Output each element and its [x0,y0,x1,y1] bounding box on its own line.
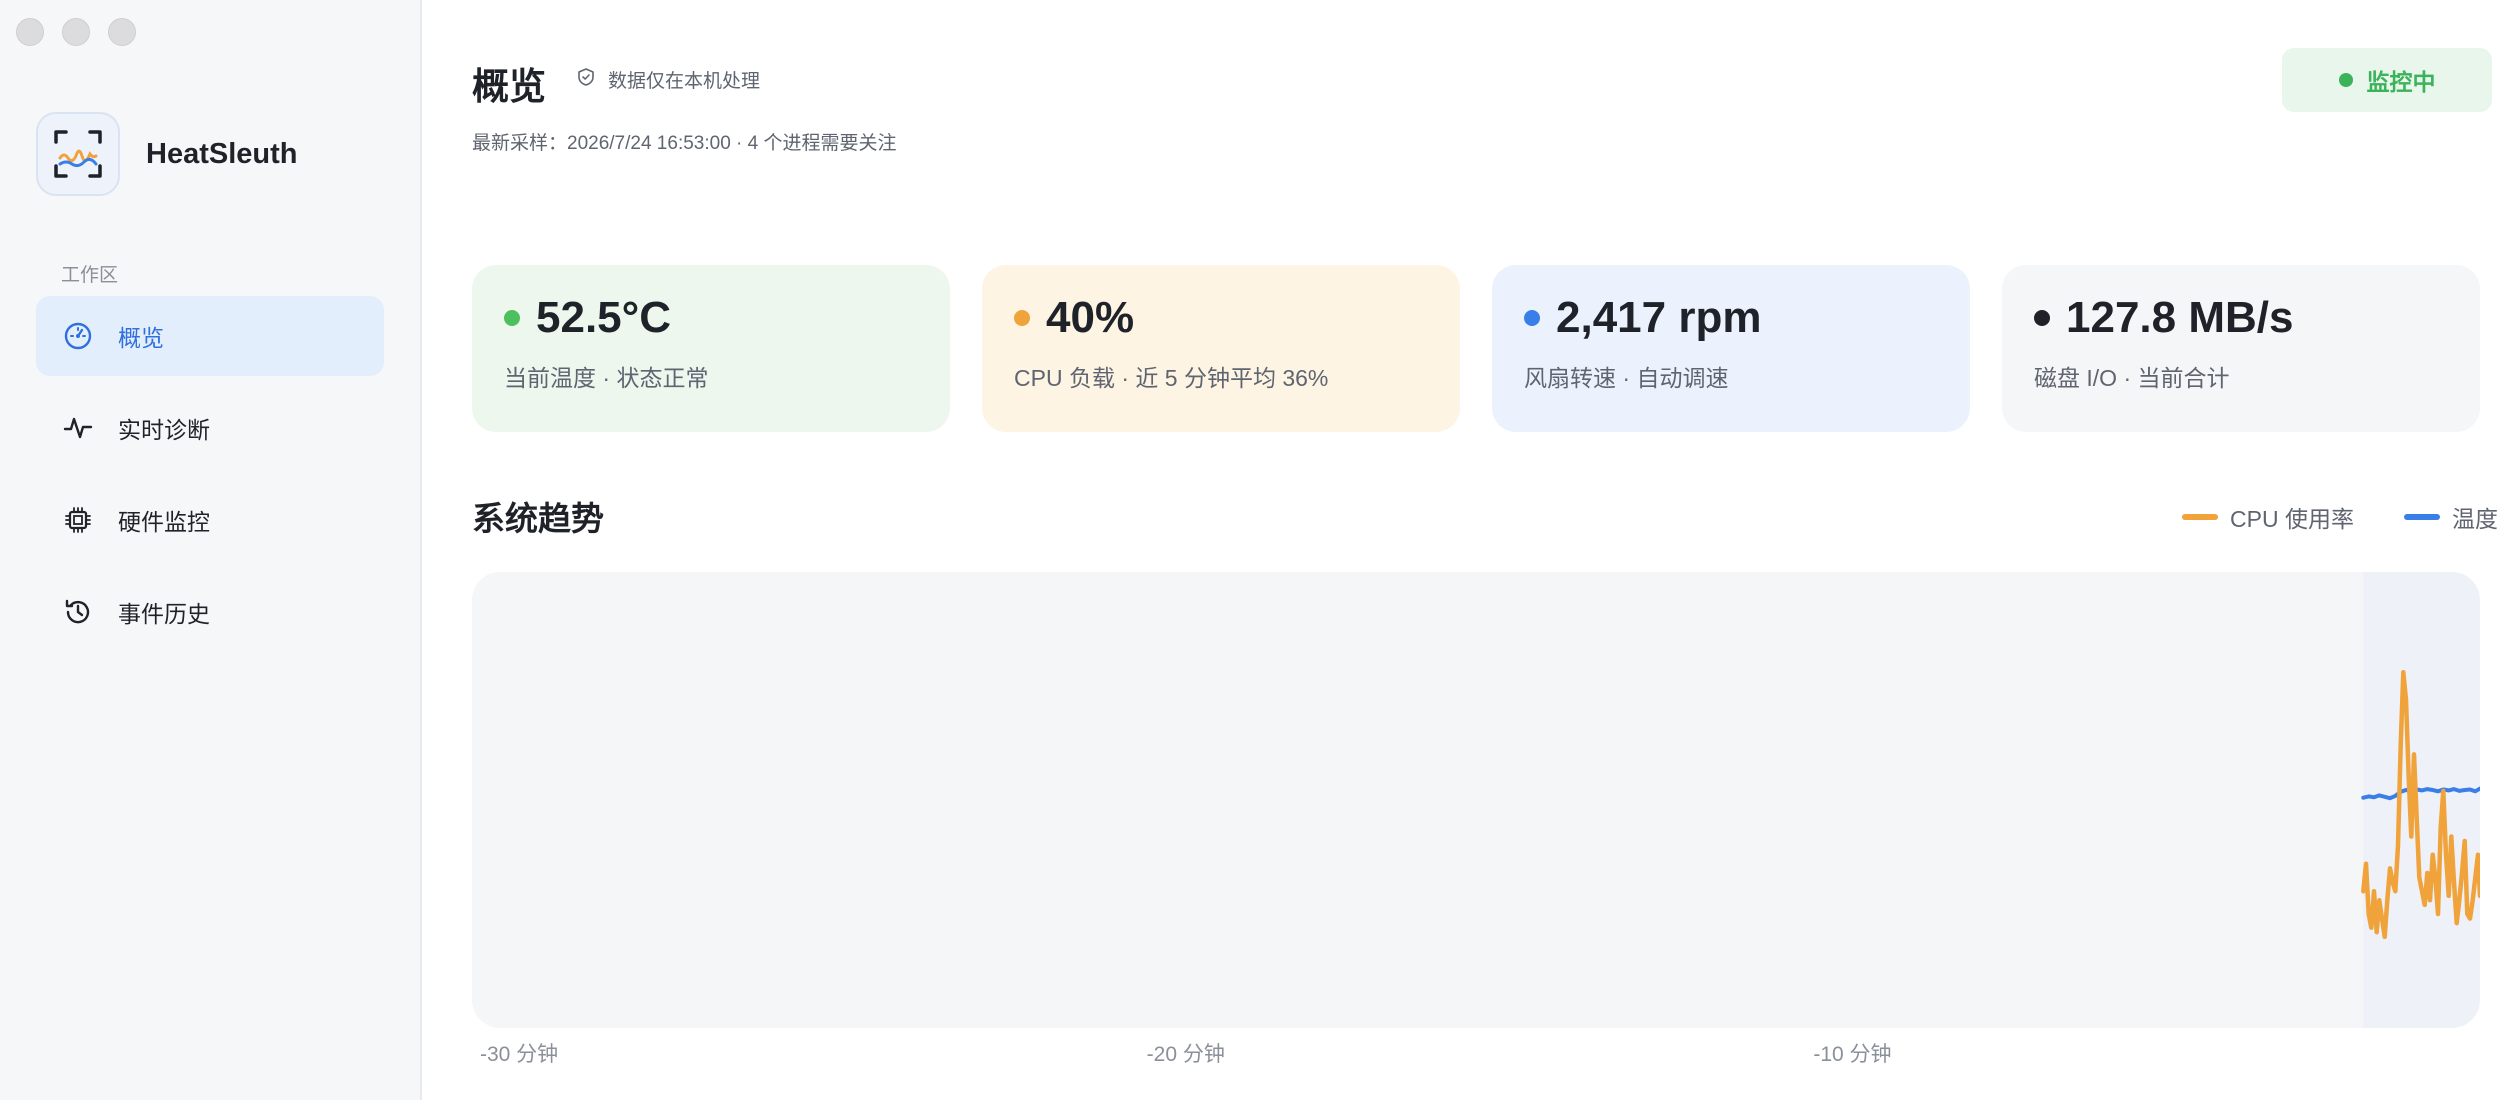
legend-item-cpu[interactable]: CPU 使用率 [2182,500,2354,534]
sidebar-item-label: 硬件监控 [118,509,210,535]
pulse-icon [62,412,94,444]
status-dot-icon [504,310,520,326]
legend-label: CPU 使用率 [2230,506,2354,532]
metric-value: 52.5°C [536,293,672,342]
sidebar-item-label: 实时诊断 [118,417,210,443]
app-logo-icon [36,112,120,196]
minimize-window-button[interactable] [62,18,90,46]
temperature-card[interactable]: 52.5°C 当前温度 · 状态正常 [472,265,950,432]
x-axis-ticks: -30 分钟 -20 分钟 -10 分钟 [472,1038,2480,1068]
legend-label: 温度 [2452,506,2498,532]
status-dot-icon [2338,73,2353,87]
status-label: 监控中 [2366,69,2436,95]
zoom-window-button[interactable] [108,18,136,46]
metric-value: 127.8 MB/s [2066,293,2294,342]
metric-caption: 磁盘 I/O · 当前合计 [2034,365,2230,391]
disk-io-card[interactable]: 127.8 MB/s 磁盘 I/O · 当前合计 [2002,265,2480,432]
recent-data-band [2363,572,2480,1028]
metric-cards: 52.5°C 当前温度 · 状态正常 40% CPU 负载 · 近 5 分钟平均… [472,265,2480,432]
privacy-note: 数据仅在本机处理 [576,66,760,93]
cpu-load-card[interactable]: 40% CPU 负载 · 近 5 分钟平均 36% [982,265,1460,432]
sidebar: HeatSleuth 工作区 概览 实时诊断 硬件监控 事件历史 [0,0,422,1100]
sidebar-item-event-history[interactable]: 事件历史 [36,572,384,652]
trend-chart [472,572,2480,1028]
trend-section-title: 系统趋势 [472,500,604,537]
privacy-note-label: 数据仅在本机处理 [608,71,761,92]
sidebar-item-hardware-monitor[interactable]: 硬件监控 [36,480,384,560]
legend-swatch [2404,514,2440,520]
legend-item-temperature[interactable]: 温度 [2404,500,2498,534]
close-window-button[interactable] [16,18,44,46]
status-dot-icon [1524,310,1540,326]
history-icon [62,596,94,628]
page-title: 概览 [472,66,546,107]
metric-value: 40% [1046,293,1135,342]
brand: HeatSleuth [36,112,297,196]
window-controls [16,18,136,46]
x-tick-label: -20 分钟 [1146,1043,1225,1066]
sidebar-item-label: 概览 [118,325,164,351]
x-tick-label: -10 分钟 [1813,1043,1892,1066]
sidebar-nav: 概览 实时诊断 硬件监控 事件历史 [36,296,384,664]
metric-caption: 风扇转速 · 自动调速 [1524,365,1729,391]
gauge-icon [62,320,94,352]
sidebar-item-realtime-diagnosis[interactable]: 实时诊断 [36,388,384,468]
status-dot-icon [1014,310,1030,326]
trend-chart-plot [2361,572,2480,1028]
last-sample-info: 最新采样：2026/7/24 16:53:00 · 4 个进程需要关注 [472,133,897,154]
status-dot-icon [2034,310,2050,326]
chart-legend: CPU 使用率 温度 [2132,500,2498,534]
app-name: HeatSleuth [146,137,298,170]
chip-icon [62,504,94,536]
monitoring-status-badge[interactable]: 监控中 [2282,48,2492,112]
metric-value: 2,417 rpm [1556,293,1762,342]
fan-speed-card[interactable]: 2,417 rpm 风扇转速 · 自动调速 [1492,265,1970,432]
sidebar-item-label: 事件历史 [118,601,210,627]
shield-check-icon [576,67,596,93]
legend-swatch [2182,514,2219,520]
sidebar-section-label: 工作区 [61,265,119,286]
metric-caption: 当前温度 · 状态正常 [504,365,709,391]
metric-caption: CPU 负载 · 近 5 分钟平均 36% [1014,365,1329,391]
main-content: 概览 数据仅在本机处理 最新采样：2026/7/24 16:53:00 · 4 … [422,0,2520,1100]
x-tick-label: -30 分钟 [480,1043,559,1066]
sidebar-item-overview[interactable]: 概览 [36,296,384,376]
